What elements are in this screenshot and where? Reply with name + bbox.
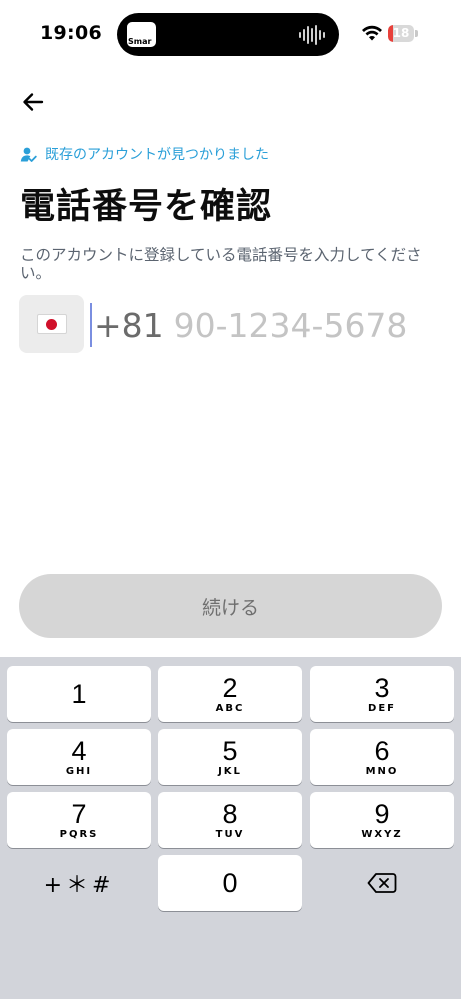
island-app-icon: Smar (127, 22, 156, 47)
key-1[interactable]: 1 (7, 666, 151, 722)
back-button[interactable] (18, 88, 48, 116)
notice-text: 既存のアカウントが見つかりました (45, 147, 269, 163)
phone-number-input[interactable] (173, 305, 424, 345)
key-digit: 0 (222, 868, 238, 898)
account-found-notice: 既存のアカウントが見つかりました (20, 144, 269, 164)
key-7[interactable]: 7 PQRS (7, 792, 151, 848)
text-caret (90, 303, 92, 347)
key-digit: 9 (374, 798, 390, 829)
audio-waveform-icon (299, 25, 325, 45)
island-app-label: Smar (128, 37, 152, 46)
symbols-label: +＊# (43, 873, 115, 898)
wifi-icon (362, 25, 382, 41)
page-title: 電話番号を確認 (20, 187, 273, 227)
key-letters: TUV (215, 828, 245, 840)
key-digit: 6 (374, 735, 390, 766)
dynamic-island: Smar (117, 13, 339, 56)
arrow-left-icon (23, 93, 44, 111)
key-digit: 8 (222, 798, 238, 829)
key-letters: PQRS (59, 828, 99, 840)
key-letters: DEF (368, 702, 396, 714)
key-letters: JKL (218, 765, 242, 777)
status-bar: 19:06 Smar 18 (0, 0, 461, 70)
key-letters: MNO (365, 765, 399, 777)
key-digit: 3 (374, 672, 390, 703)
key-letters: WXYZ (361, 828, 403, 840)
key-6[interactable]: 6 MNO (310, 729, 454, 785)
key-0[interactable]: 0 (158, 855, 302, 911)
key-letters: GHI (65, 765, 93, 777)
user-check-icon (20, 147, 37, 162)
backspace-icon (367, 873, 397, 893)
continue-button[interactable]: 続ける (19, 574, 442, 638)
battery-level: 18 (392, 26, 410, 40)
key-3[interactable]: 3 DEF (310, 666, 454, 722)
page-description: このアカウントに登録している電話番号を入力してください。 (20, 246, 422, 282)
delete-key[interactable] (310, 855, 454, 911)
key-digit: 2 (222, 672, 238, 703)
country-code-prefix: +81 (94, 305, 164, 345)
key-digit: 7 (71, 798, 87, 829)
key-digit: 1 (71, 679, 87, 709)
key-4[interactable]: 4 GHI (7, 729, 151, 785)
numeric-keypad: 1 2 ABC 3 DEF 4 GHI 5 JKL 6 MNO 7 PQRS 8… (0, 657, 461, 999)
key-2[interactable]: 2 ABC (158, 666, 302, 722)
key-digit: 4 (71, 735, 87, 766)
phone-field[interactable]: +81 (90, 300, 450, 350)
key-5[interactable]: 5 JKL (158, 729, 302, 785)
country-selector-button[interactable] (19, 295, 84, 353)
status-time: 19:06 (40, 22, 102, 44)
key-8[interactable]: 8 TUV (158, 792, 302, 848)
key-digit: 5 (222, 735, 238, 766)
key-9[interactable]: 9 WXYZ (310, 792, 454, 848)
key-symbols[interactable]: +＊# (7, 855, 151, 911)
battery-icon: 18 (388, 25, 418, 42)
key-letters: ABC (215, 702, 245, 714)
japan-flag-icon (36, 314, 67, 334)
